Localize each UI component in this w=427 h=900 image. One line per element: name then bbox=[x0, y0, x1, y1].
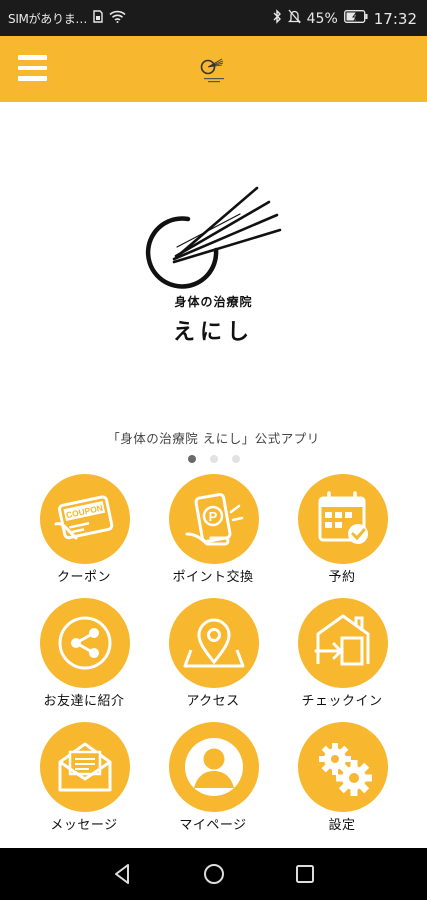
sim-icon bbox=[93, 10, 103, 27]
menu-label: チェックイン bbox=[301, 694, 383, 709]
battery-icon bbox=[343, 10, 368, 27]
menu-mypage[interactable]: マイページ bbox=[153, 722, 273, 840]
status-bar: SIMがありま… 45% 17:32 bbox=[0, 0, 427, 36]
checkin-door-icon bbox=[298, 598, 388, 688]
envelope-icon bbox=[40, 722, 130, 812]
enishi-logo bbox=[140, 186, 285, 296]
status-left: SIMがありま… bbox=[8, 10, 126, 27]
calendar-check-icon bbox=[298, 474, 388, 564]
share-icon bbox=[40, 598, 130, 688]
menu-settings[interactable]: 設定 bbox=[282, 722, 402, 840]
menu-label: 予約 bbox=[328, 570, 356, 585]
menu-label: お友達に紹介 bbox=[43, 694, 125, 709]
clock-time: 17:32 bbox=[373, 9, 417, 28]
status-right: 45% 17:32 bbox=[272, 9, 417, 28]
hamburger-menu-icon[interactable] bbox=[18, 55, 48, 83]
menu-coupon[interactable]: COUPON クーポン bbox=[24, 474, 144, 592]
menu-message[interactable]: メッセージ bbox=[24, 722, 144, 840]
map-pin-icon bbox=[169, 598, 259, 688]
pager-dot[interactable] bbox=[187, 455, 196, 463]
hero-banner bbox=[0, 102, 427, 457]
svg-text:P: P bbox=[209, 509, 218, 524]
menu-label: 設定 bbox=[328, 818, 356, 833]
back-icon[interactable] bbox=[110, 862, 136, 886]
mute-icon bbox=[287, 9, 301, 28]
user-icon bbox=[169, 722, 259, 812]
menu-label: アクセス bbox=[186, 694, 240, 709]
menu-label: メッセージ bbox=[50, 818, 118, 833]
coupon-icon: COUPON bbox=[40, 474, 130, 564]
bluetooth-icon bbox=[272, 9, 282, 28]
app-header bbox=[0, 36, 427, 102]
app-caption: 「身体の治療院 えにし」公式アプリ bbox=[107, 431, 320, 446]
pager-dot[interactable] bbox=[231, 455, 240, 463]
home-icon[interactable] bbox=[201, 862, 227, 886]
menu-share[interactable]: お友達に紹介 bbox=[24, 598, 144, 716]
pager-dot[interactable] bbox=[209, 455, 218, 463]
menu-point-exchange[interactable]: P ポイント交換 bbox=[153, 474, 273, 592]
brand-name: えにし bbox=[172, 319, 254, 345]
battery-percent: 45% bbox=[306, 10, 338, 27]
brand-subtitle: 身体の治療院 bbox=[174, 295, 253, 309]
gears-icon bbox=[298, 722, 388, 812]
carousel-pager bbox=[0, 455, 427, 463]
carrier-text: SIMがありま… bbox=[8, 12, 88, 26]
menu-label: マイページ bbox=[179, 818, 247, 833]
system-nav-bar bbox=[0, 848, 427, 900]
menu-checkin[interactable]: チェックイン bbox=[282, 598, 402, 716]
menu-label: クーポン bbox=[56, 570, 111, 585]
menu-reservation[interactable]: 予約 bbox=[282, 474, 402, 592]
point-card-icon: P bbox=[169, 474, 259, 564]
menu-label: ポイント交換 bbox=[172, 570, 254, 585]
header-logo bbox=[196, 52, 232, 88]
menu-access[interactable]: アクセス bbox=[153, 598, 273, 716]
recents-icon[interactable] bbox=[292, 862, 318, 886]
wifi-icon bbox=[109, 10, 126, 27]
